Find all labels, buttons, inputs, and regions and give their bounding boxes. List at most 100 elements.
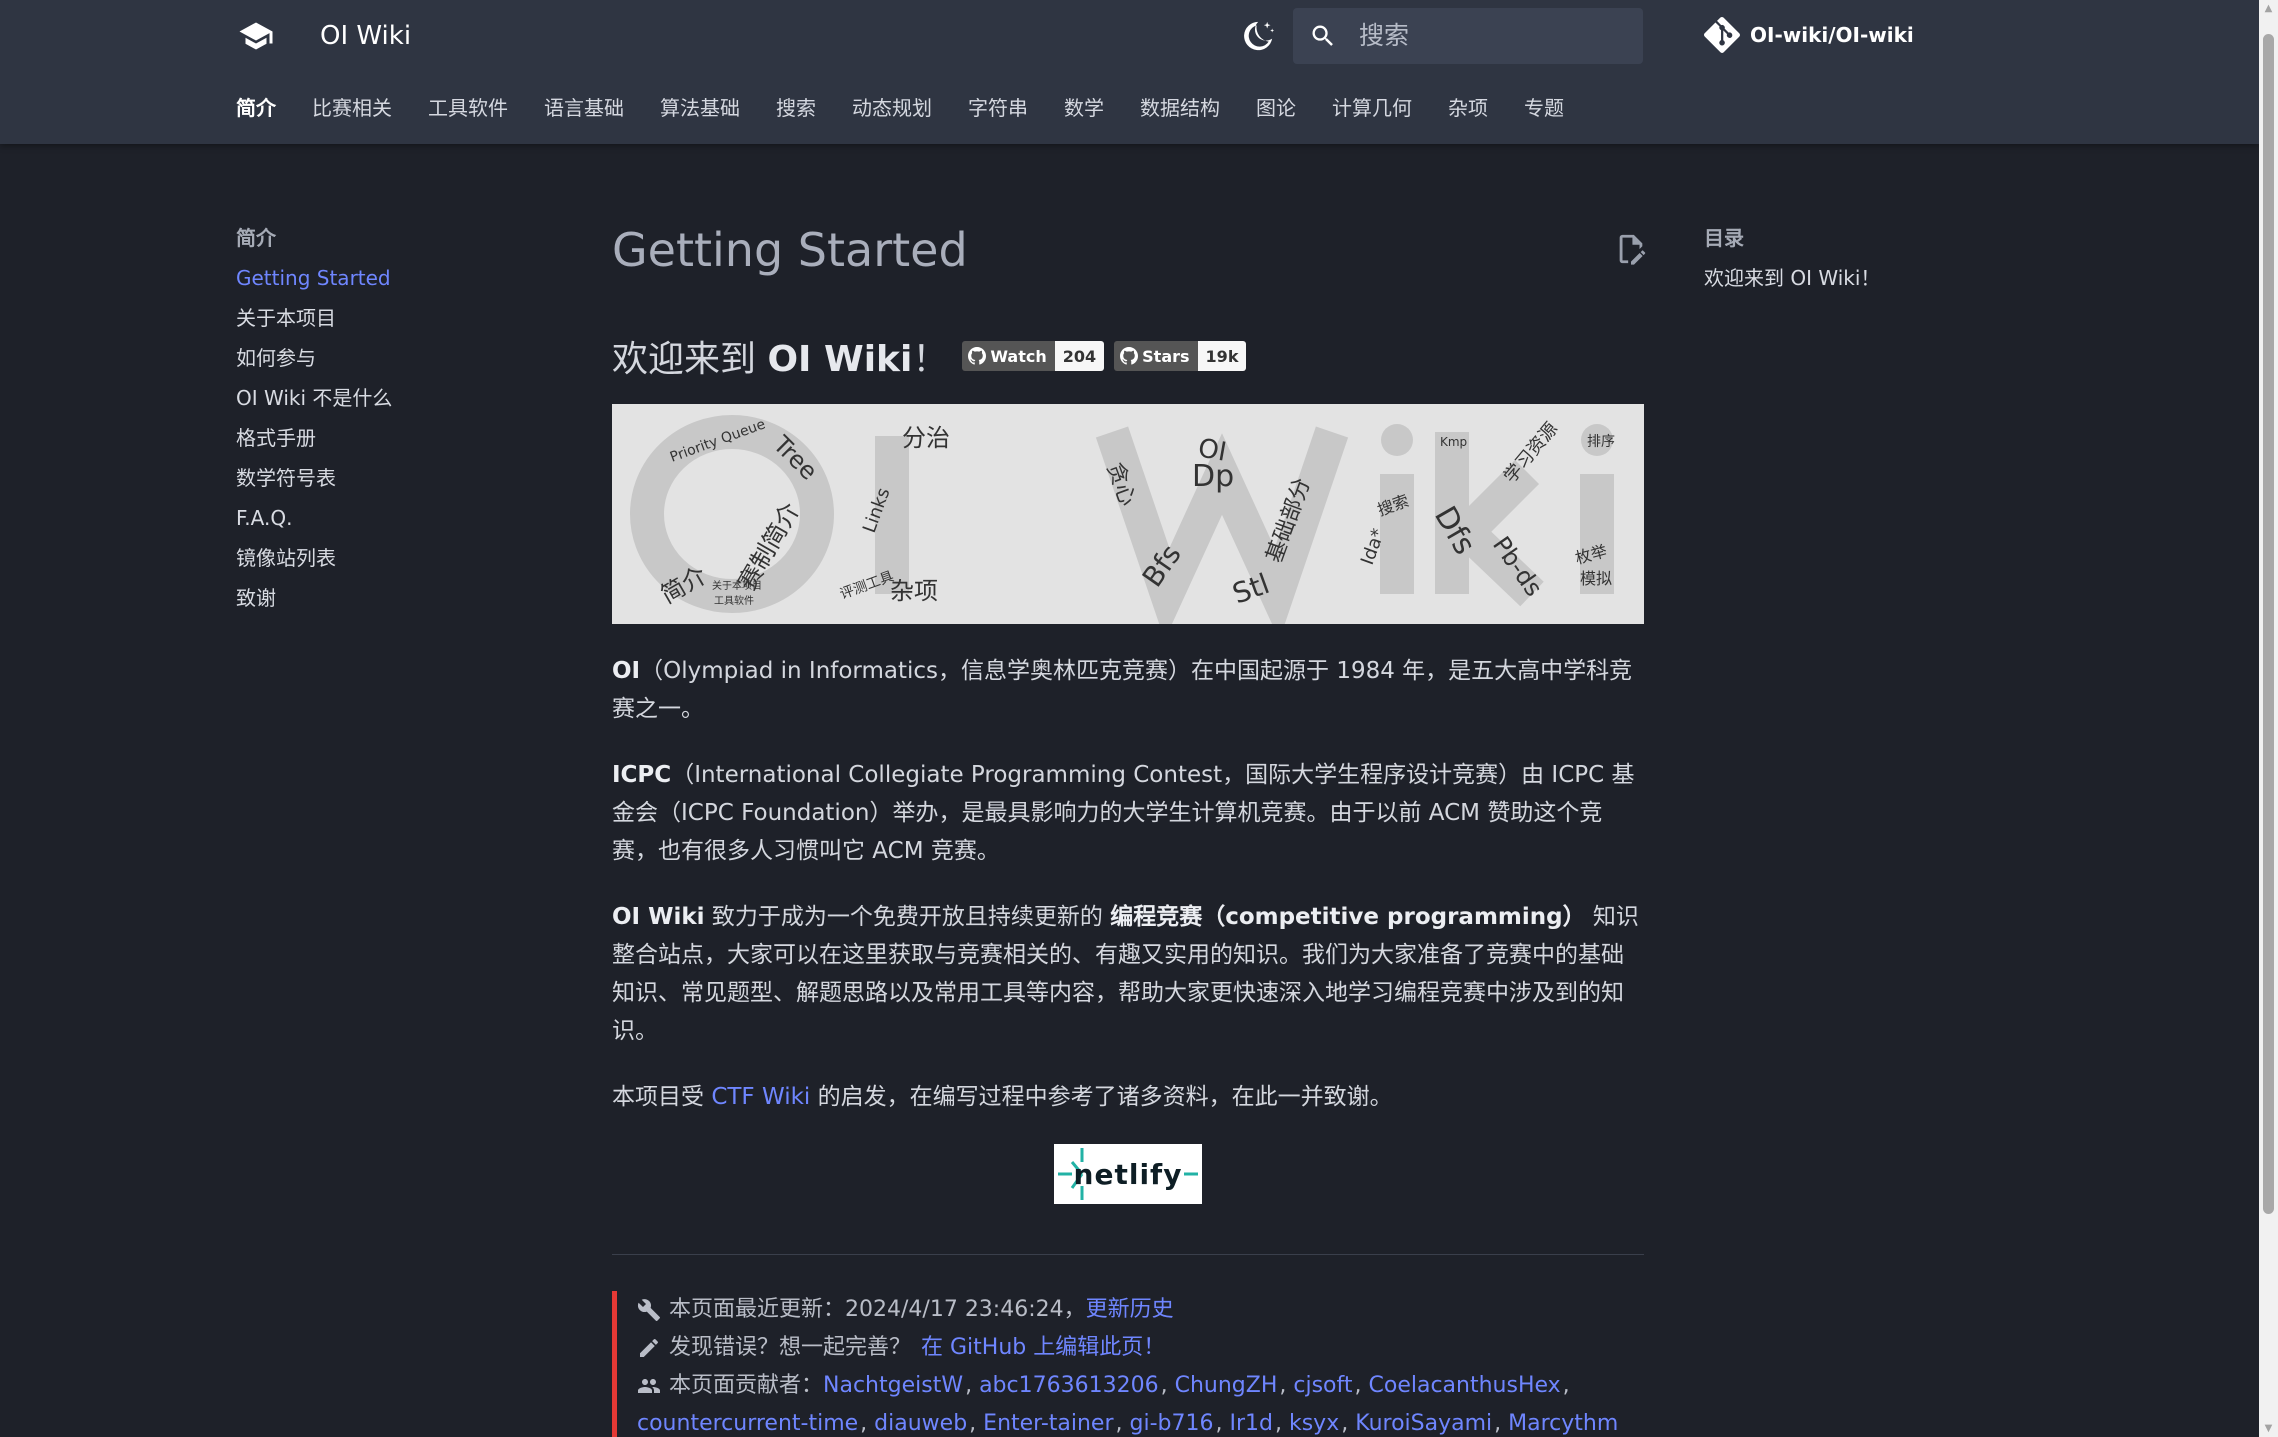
contributor-link[interactable]: cjsoft — [1293, 1367, 1352, 1405]
contributors-line: 本页面贡献者： NachtgeistW, abc1763613206, Chun… — [637, 1367, 1644, 1405]
last-updated-line: 本页面最近更新： 2024/4/17 23:46:24， 更新历史 — [637, 1291, 1644, 1329]
edit-line: 发现错误？想一起完善？ 在 GitHub 上编辑此页！ — [637, 1329, 1644, 1367]
content-divider — [612, 1254, 1644, 1255]
paragraph-icpc: ICPC（International Collegiate Programmin… — [612, 756, 1644, 870]
watch-badge-count: 204 — [1054, 341, 1105, 371]
search-icon — [1312, 25, 1333, 46]
p1-bold: OI — [612, 658, 641, 684]
stars-badge[interactable]: Stars 19k — [1114, 341, 1247, 371]
banner-word: Dp — [1192, 459, 1234, 494]
banner-word: 排序 — [1587, 434, 1615, 450]
tab-contest[interactable]: 比赛相关 — [312, 92, 392, 128]
contributor-link[interactable]: Marcythm — [1508, 1405, 1618, 1437]
edit-page-icon[interactable] — [1614, 230, 1648, 268]
contributor-link[interactable]: abc1763613206 — [979, 1367, 1159, 1405]
contributor-link[interactable]: ksyx — [1289, 1405, 1339, 1437]
github-icon — [968, 347, 987, 365]
banner-word: 工具软件 — [714, 594, 754, 607]
sidebar-item-faq[interactable]: F.A.Q. — [236, 502, 556, 534]
tab-misc[interactable]: 杂项 — [1448, 92, 1488, 128]
updated-label: 本页面最近更新： — [669, 1297, 846, 1322]
welcome-heading-row: 欢迎来到 OI Wiki！ Watch 204 Stars 19k — [612, 328, 1644, 384]
tab-string[interactable]: 字符串 — [968, 92, 1028, 128]
netlify-badge[interactable]: netlify — [1054, 1144, 1202, 1204]
watch-badge-label-wrap: Watch — [962, 341, 1055, 371]
tab-topics[interactable]: 专题 — [1524, 92, 1564, 128]
scroll-down-arrow-icon[interactable]: ▼ — [2259, 1420, 2278, 1437]
wrench-icon — [637, 1299, 660, 1321]
search-placeholder: 搜索 — [1359, 21, 1410, 50]
git-icon — [1704, 17, 1740, 53]
sidebar-item-mirrors[interactable]: 镜像站列表 — [236, 542, 556, 574]
tab-intro[interactable]: 简介 — [236, 92, 276, 128]
contrib-label: 本页面贡献者： — [669, 1373, 824, 1398]
site-title[interactable]: OI Wiki — [320, 18, 411, 54]
paragraph-oi: OI（Olympiad in Informatics，信息学奥林匹克竞赛）在中国… — [612, 652, 1644, 728]
tab-geometry[interactable]: 计算几何 — [1332, 92, 1412, 128]
p2-bold: ICPC — [612, 762, 672, 788]
p3-bold2: 编程竞赛（competitive programming） — [1110, 904, 1586, 930]
people-icon — [638, 1379, 660, 1393]
p2-text: （International Collegiate Programming Co… — [612, 762, 1635, 864]
pencil-icon — [640, 1338, 659, 1357]
contributor-link[interactable]: CoelacanthusHex — [1369, 1367, 1561, 1405]
watch-badge[interactable]: Watch 204 — [962, 341, 1105, 371]
contributor-link[interactable]: NachtgeistW — [823, 1367, 963, 1405]
welcome-heading: 欢迎来到 OI Wiki！ — [612, 330, 948, 382]
sidebar-item-getting-started[interactable]: Getting Started — [236, 262, 556, 294]
ctf-wiki-link[interactable]: CTF Wiki — [711, 1084, 810, 1110]
search-input[interactable]: 搜索 — [1293, 8, 1643, 64]
sidebar-item-about[interactable]: 关于本项目 — [236, 302, 556, 334]
updated-time: 2024/4/17 23:46:24， — [845, 1297, 1086, 1322]
page-meta-box: 本页面最近更新： 2024/4/17 23:46:24， 更新历史 发现错误？想… — [612, 1291, 1644, 1437]
stars-badge-label-wrap: Stars — [1114, 341, 1198, 371]
banner-art: Priority Queue Tree 分治 简介 赛制简介 杂项 Links … — [630, 415, 1615, 624]
contributor-link[interactable]: Enter-tainer — [983, 1405, 1113, 1437]
contributor-link[interactable]: Ir1d — [1229, 1405, 1273, 1437]
toc-item-welcome[interactable]: 欢迎来到 OI Wiki！ — [1704, 262, 2024, 294]
paragraph-ctf: 本项目受 CTF Wiki 的启发，在编写过程中参考了诸多资料，在此一并致谢。 — [612, 1078, 1644, 1116]
github-icon — [1120, 347, 1139, 365]
tab-data-structures[interactable]: 数据结构 — [1140, 92, 1220, 128]
sidebar-item-what-oi-wiki-is-not[interactable]: OI Wiki 不是什么 — [236, 382, 556, 414]
edit-on-github-link[interactable]: 在 GitHub 上编辑此页！ — [921, 1329, 1165, 1367]
contributors-line-2: countercurrent-time, diauweb, Enter-tain… — [637, 1405, 1644, 1437]
scroll-up-arrow-icon[interactable]: ▲ — [2259, 0, 2278, 17]
netlify-wrap: netlify — [612, 1144, 1644, 1204]
tab-search[interactable]: 搜索 — [776, 92, 816, 128]
main-content: Getting Started 欢迎来到 OI Wiki！ Watch 204 … — [612, 212, 1646, 1437]
graduation-cap-icon[interactable] — [236, 18, 276, 54]
tab-tools[interactable]: 工具软件 — [428, 92, 508, 128]
repo-name: OI-wiki/OI-wiki — [1750, 23, 1914, 47]
scroll-thumb[interactable] — [2263, 34, 2274, 1214]
table-of-contents: 目录 欢迎来到 OI Wiki！ — [1704, 222, 2024, 294]
sidebar-item-format-guide[interactable]: 格式手册 — [236, 422, 556, 454]
contributor-link[interactable]: gi-b716 — [1130, 1405, 1214, 1437]
welcome-bold: OI Wiki — [767, 339, 913, 380]
banner-word: 关于本项目 — [712, 579, 762, 592]
stars-badge-count: 19k — [1197, 341, 1247, 371]
paragraph-oi-wiki: OI Wiki 致力于成为一个免费开放且持续更新的 编程竞赛（competiti… — [612, 898, 1644, 1050]
p3-text1: 致力于成为一个免费开放且持续更新的 — [704, 904, 1111, 930]
sidebar-item-thanks[interactable]: 致谢 — [236, 582, 556, 614]
top-header: OI Wiki 搜索 OI-wiki/OI-wiki 简介 比赛相关 工具软件 … — [0, 0, 2259, 144]
sidebar-item-math-symbols[interactable]: 数学符号表 — [236, 462, 556, 494]
tab-basic-algorithms[interactable]: 算法基础 — [660, 92, 740, 128]
repo-link[interactable]: OI-wiki/OI-wiki — [1704, 14, 1914, 56]
top-tabs: 简介 比赛相关 工具软件 语言基础 算法基础 搜索 动态规划 字符串 数学 数据… — [236, 92, 1600, 128]
history-link[interactable]: 更新历史 — [1086, 1291, 1174, 1329]
stars-badge-label: Stars — [1142, 346, 1190, 366]
theme-toggle-icon[interactable] — [1238, 16, 1278, 56]
tab-dp[interactable]: 动态规划 — [852, 92, 932, 128]
page-scrollbar[interactable]: ▲ ▼ — [2259, 0, 2278, 1437]
sidebar-item-how-to-contribute[interactable]: 如何参与 — [236, 342, 556, 374]
tab-language[interactable]: 语言基础 — [544, 92, 624, 128]
contributor-link[interactable]: countercurrent-time — [637, 1405, 858, 1437]
tab-math[interactable]: 数学 — [1064, 92, 1104, 128]
netlify-label: netlify — [1073, 1157, 1183, 1191]
welcome-suffix: ！ — [912, 339, 949, 380]
contributor-link[interactable]: KuroiSayami — [1355, 1405, 1492, 1437]
contributor-link[interactable]: diauweb — [874, 1405, 967, 1437]
contributor-link[interactable]: ChungZH — [1175, 1367, 1278, 1405]
tab-graph[interactable]: 图论 — [1256, 92, 1296, 128]
